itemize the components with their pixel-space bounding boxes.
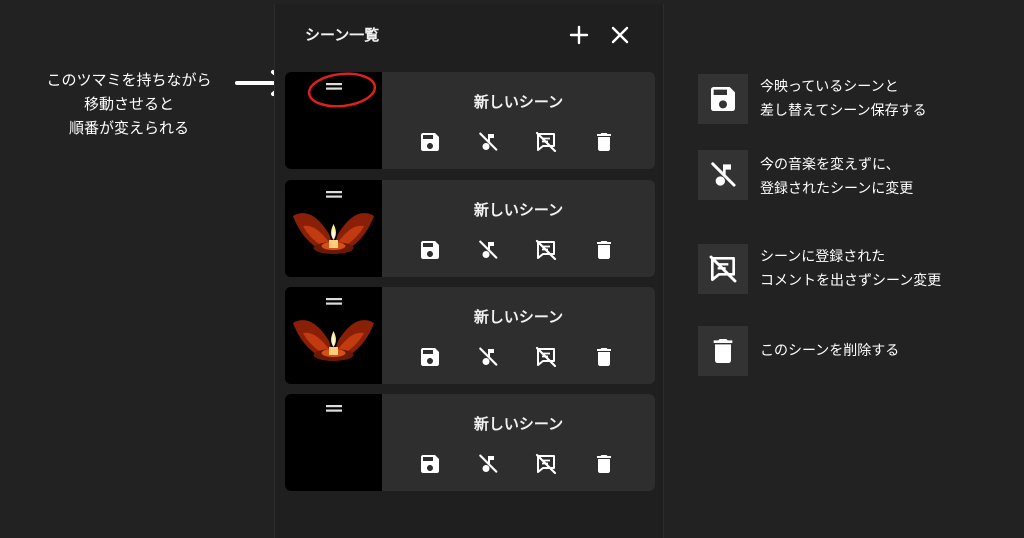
drag-handle-icon[interactable] [326,402,342,414]
scene-card[interactable]: 新しいシーン [285,394,655,491]
save-scene-button[interactable] [418,345,442,369]
add-scene-button[interactable] [568,24,590,46]
scene-name: 新しいシーン [473,93,564,111]
legend-trash-text: このシーンを削除する [760,339,899,363]
drag-handle-annotation: このツマミを持ちながら 移動させると 順番が変えられる [14,68,244,140]
scene-card[interactable]: 新しいシーン [285,287,655,384]
legend-line: シーンに登録された [760,249,886,265]
scene-actions [382,238,655,262]
switch-keep-music-button[interactable] [476,345,500,369]
legend-comment-off-text: シーンに登録された コメントを出さずシーン変更 [760,245,941,293]
switch-keep-music-button[interactable] [476,452,500,476]
delete-scene-button[interactable] [592,130,616,154]
scene-actions [382,130,655,154]
legend-comment-off-icon [698,244,748,294]
save-scene-button[interactable] [418,238,442,262]
scene-actions [382,345,655,369]
save-scene-button[interactable] [418,452,442,476]
annotation-line: このツマミを持ちながら [46,71,212,89]
legend-line: 登録されたシーンに変更 [760,181,914,197]
comment-off-icon [534,238,558,262]
scene-thumbnail [285,394,382,491]
switch-keep-music-button[interactable] [476,130,500,154]
music-off-icon [476,345,500,369]
trash-icon [592,452,616,476]
close-icon [611,26,629,44]
legend-music-off-text: 今の音楽を変えずに、 登録されたシーンに変更 [760,153,913,201]
scene-thumbnail [285,287,382,384]
plus-icon [569,25,589,45]
music-off-icon [476,130,500,154]
legend-line: コメントを出さずシーン変更 [760,273,942,289]
scene-name: 新しいシーン [473,415,564,433]
legend-line: 今映っているシーンと [760,79,899,95]
music-off-icon [476,452,500,476]
legend-save-icon [698,74,748,124]
scene-name: 新しいシーン [473,308,564,326]
delete-scene-button[interactable] [592,452,616,476]
switch-no-comment-button[interactable] [534,452,558,476]
scene-card[interactable]: 新しいシーン [285,180,655,277]
scene-name: 新しいシーン [473,201,564,219]
legend-trash-icon [698,326,748,376]
save-icon [418,130,442,154]
comment-off-icon [534,452,558,476]
legend-line: 差し替えてシーン保存する [760,103,927,119]
annotation-line: 順番が変えられる [68,119,189,137]
save-scene-button[interactable] [418,130,442,154]
save-icon [418,238,442,262]
legend-line: 今の音楽を変えずに、 [760,157,900,173]
trash-icon [592,130,616,154]
drag-handle-icon[interactable] [326,188,342,200]
trash-icon [707,335,739,367]
scene-actions [382,452,655,476]
annotation-line: 移動させると [83,95,174,113]
save-icon [707,83,739,115]
music-off-icon [707,159,739,191]
comment-off-icon [707,253,739,285]
comment-off-icon [534,345,558,369]
highlight-circle [307,72,377,108]
panel-header: シーン一覧 [275,4,663,62]
trash-icon [592,345,616,369]
save-icon [418,345,442,369]
scene-thumbnail [285,180,382,277]
legend-line: このシーンを削除する [760,343,900,359]
drag-handle-icon[interactable] [326,295,342,307]
trash-icon [592,238,616,262]
switch-no-comment-button[interactable] [534,345,558,369]
delete-scene-button[interactable] [592,238,616,262]
switch-no-comment-button[interactable] [534,238,558,262]
save-icon [418,452,442,476]
panel-title: シーン一覧 [305,26,380,44]
close-panel-button[interactable] [609,24,631,46]
switch-no-comment-button[interactable] [534,130,558,154]
delete-scene-button[interactable] [592,345,616,369]
switch-keep-music-button[interactable] [476,238,500,262]
legend-music-off-icon [698,150,748,200]
music-off-icon [476,238,500,262]
legend-save-text: 今映っているシーンと 差し替えてシーン保存する [760,75,927,123]
comment-off-icon [534,130,558,154]
